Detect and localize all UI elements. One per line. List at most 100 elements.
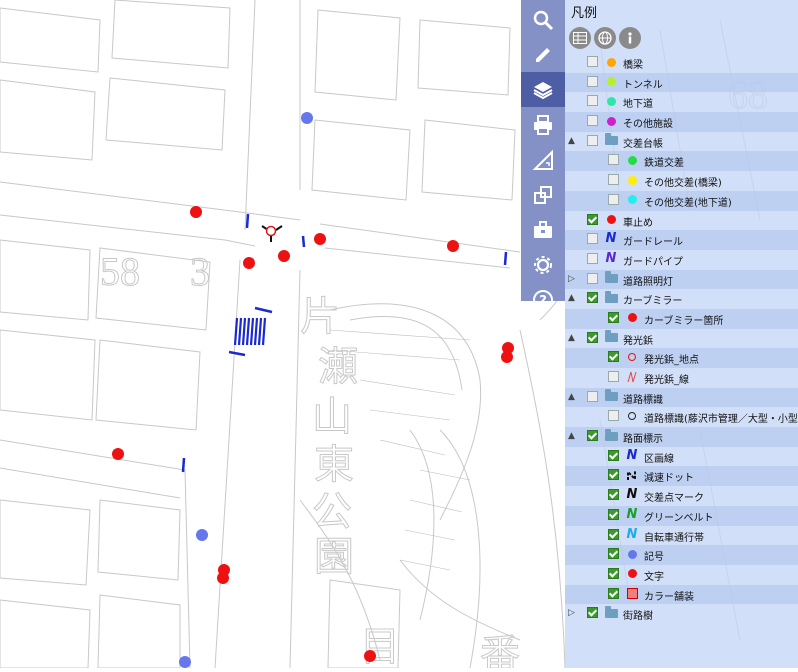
measure-tool-button[interactable] — [521, 142, 565, 177]
help-icon: ? — [533, 289, 553, 310]
legend-row-label: 橋梁 — [623, 60, 643, 71]
curve-mirror-marker[interactable] — [364, 650, 376, 662]
windows-icon — [534, 185, 552, 204]
symbol-marker[interactable] — [196, 529, 208, 541]
layer-checkbox[interactable] — [587, 272, 598, 284]
layer-checkbox[interactable] — [587, 134, 598, 146]
layer-checkbox[interactable] — [587, 292, 598, 304]
toolbox-tool-button[interactable] — [521, 212, 565, 247]
crosswalk-stripe — [249, 317, 255, 346]
layer-checkbox[interactable] — [587, 75, 598, 87]
layer-checkbox[interactable] — [608, 528, 619, 540]
legend-row-label: カーブミラー — [623, 296, 683, 308]
expand-toggle-icon[interactable]: ▲ — [568, 431, 575, 441]
legend-panel: 凡例 橋梁 トンネル 地下道 その他施設 ▲ 交差台帳 鉄道交差 その他交差(橋梁) その他交差… — [565, 0, 798, 668]
curve-mirror-marker[interactable] — [314, 233, 326, 245]
legend-row-label: 道路照明灯 — [623, 276, 673, 288]
symbol-marker[interactable] — [179, 656, 191, 668]
layer-checkbox[interactable] — [587, 233, 598, 245]
ring-symbol-icon — [625, 350, 639, 364]
crosswalk-stripe — [257, 317, 263, 346]
info-button[interactable] — [619, 27, 641, 49]
table-button[interactable] — [569, 27, 591, 49]
dot-symbol-icon — [625, 153, 639, 167]
ring-symbol-icon — [625, 409, 639, 423]
layer-checkbox[interactable] — [608, 567, 619, 579]
layer-checkbox[interactable] — [608, 508, 619, 520]
gear-tool-button[interactable] — [521, 247, 565, 282]
layer-checkbox[interactable] — [608, 449, 619, 461]
legend-row-label: グリーンベルト — [644, 512, 714, 524]
light-stud-marker[interactable] — [261, 225, 283, 242]
curve-mirror-marker[interactable] — [243, 257, 255, 269]
layer-checkbox[interactable] — [608, 548, 619, 560]
layer-checkbox[interactable] — [587, 607, 598, 619]
layer-checkbox[interactable] — [608, 154, 619, 166]
folder-icon — [604, 271, 618, 286]
layer-checkbox[interactable] — [587, 390, 598, 402]
map-label: 片 — [300, 294, 340, 339]
search-tool-button[interactable] — [521, 2, 565, 37]
legend-row-label: 地下道 — [623, 99, 653, 111]
legend-row-label: 発光鋲_線 — [644, 375, 689, 386]
layer-checkbox[interactable] — [608, 311, 619, 323]
layer-checkbox[interactable] — [587, 56, 598, 67]
expand-toggle-icon[interactable]: ▲ — [568, 293, 575, 303]
search-icon — [533, 10, 554, 30]
line-symbol-icon — [625, 468, 639, 482]
legend-row: 鉄道交差 — [565, 151, 798, 172]
layer-checkbox[interactable] — [608, 469, 619, 481]
layer-checkbox[interactable] — [608, 351, 619, 363]
layer-checkbox[interactable] — [587, 252, 598, 264]
layer-checkbox[interactable] — [608, 587, 619, 599]
expand-toggle-icon[interactable]: ▲ — [568, 392, 575, 402]
layer-checkbox[interactable] — [608, 371, 619, 382]
layer-checkbox[interactable] — [608, 174, 619, 186]
map-label: 園 — [314, 534, 354, 579]
windows-tool-button[interactable] — [521, 177, 565, 212]
crosswalk-stripe — [253, 317, 259, 346]
expand-toggle-icon[interactable]: ▲ — [568, 333, 575, 343]
globe-icon — [598, 31, 612, 45]
legend-row-label: 発光鋲 — [623, 335, 653, 347]
layers-tool-button[interactable] — [521, 72, 565, 107]
folder-icon — [604, 133, 618, 148]
gear-icon — [534, 255, 552, 274]
line-symbol-icon: N — [626, 526, 638, 542]
expand-toggle-icon[interactable]: ▷ — [568, 608, 575, 618]
curve-mirror-marker[interactable] — [278, 250, 290, 262]
legend-buttons — [569, 27, 641, 49]
help-tool-button[interactable]: ? — [521, 282, 565, 317]
symbol-marker[interactable] — [301, 112, 313, 124]
globe-button[interactable] — [594, 27, 616, 49]
legend-row: N 自転車通行帯 — [565, 526, 798, 546]
layer-checkbox[interactable] — [608, 193, 619, 205]
dot-symbol-icon — [604, 55, 618, 69]
print-tool-button[interactable] — [521, 107, 565, 142]
print-icon — [534, 114, 552, 135]
layer-checkbox[interactable] — [587, 331, 598, 343]
layer-checkbox[interactable] — [587, 95, 598, 107]
layer-checkbox[interactable] — [587, 430, 598, 442]
toolbox-icon — [534, 220, 552, 238]
legend-row-label: 車止め — [623, 217, 653, 229]
dot-symbol-icon — [625, 567, 639, 581]
legend-row-label: 記号 — [644, 552, 664, 564]
dot-symbol-icon — [625, 311, 639, 325]
legend-row: 地下道 — [565, 92, 798, 112]
line-symbol-icon: N — [626, 506, 638, 522]
curve-mirror-marker[interactable] — [112, 448, 124, 460]
layer-checkbox[interactable] — [587, 115, 598, 127]
layer-checkbox[interactable] — [587, 213, 598, 225]
expand-toggle-icon[interactable]: ▲ — [568, 136, 575, 146]
curve-mirror-marker[interactable] — [501, 351, 513, 363]
pencil-tool-button[interactable] — [521, 37, 565, 72]
layer-checkbox[interactable] — [608, 410, 619, 422]
table-icon — [573, 32, 587, 44]
expand-toggle-icon[interactable]: ▷ — [568, 274, 575, 284]
lane-line-mark — [503, 251, 508, 266]
curve-mirror-marker[interactable] — [447, 240, 459, 252]
curve-mirror-marker[interactable] — [190, 206, 202, 218]
layer-checkbox[interactable] — [608, 489, 619, 501]
curve-mirror-marker[interactable] — [217, 572, 229, 584]
